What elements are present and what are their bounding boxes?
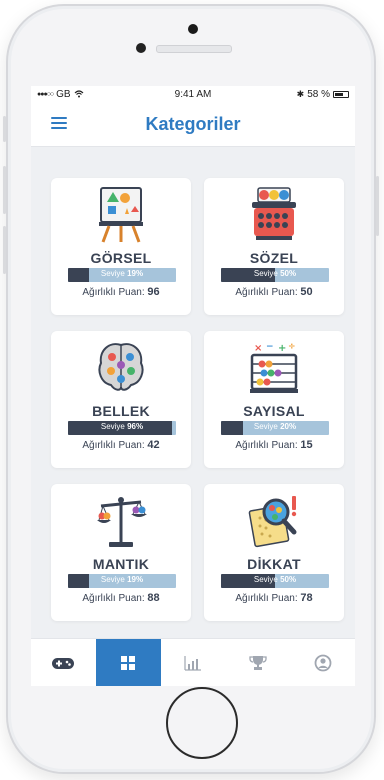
level-text: Seviye 19% — [100, 269, 144, 278]
weighted-score: Ağırlıklı Puan: 78 — [235, 592, 313, 604]
volume-down-button — [3, 226, 6, 274]
category-card-sayisal[interactable]: × − + ÷ SAYISAL Seviye 20% Ağırlıklı Pua… — [204, 331, 344, 468]
svg-text:−: − — [266, 342, 274, 352]
level-text: Seviye 96% — [100, 422, 144, 431]
magnifier-attention-icon — [248, 496, 297, 548]
battery-icon — [333, 90, 349, 98]
tab-profile[interactable] — [290, 639, 355, 686]
bluetooth-icon: ✱ — [296, 88, 305, 99]
level-text: Seviye 20% — [253, 422, 297, 431]
wifi-icon — [74, 90, 84, 98]
weighted-score: Ağırlıklı Puan: 50 — [235, 286, 313, 298]
category-card-mantik[interactable]: MANTIK Seviye 19% Ağırlıklı Puan: 88 — [51, 484, 191, 621]
category-name: MANTIK — [92, 556, 150, 572]
gamepad-icon — [52, 658, 75, 669]
category-name: GÖRSEL — [90, 250, 152, 266]
svg-text:+: + — [278, 343, 286, 354]
front-camera — [136, 43, 146, 53]
trophy-icon — [249, 656, 267, 670]
hamburger-menu-icon[interactable] — [51, 117, 67, 129]
tab-statistics[interactable] — [161, 639, 226, 686]
typewriter-icon — [252, 187, 296, 240]
tab-games[interactable] — [31, 639, 96, 686]
status-bar: ●●●○○ GB 9:41 AM ✱ 58 % — [31, 86, 355, 102]
category-name: DİKKAT — [247, 556, 301, 572]
level-text: Seviye 50% — [253, 269, 297, 278]
page-title: Kategoriler — [145, 113, 241, 134]
level-text: Seviye 19% — [100, 575, 144, 584]
svg-text:÷: ÷ — [288, 342, 296, 352]
level-bar: Seviye 19% — [68, 268, 176, 282]
tab-trophies[interactable] — [225, 639, 290, 686]
carrier-label: GB — [56, 88, 71, 100]
power-button — [376, 176, 379, 236]
category-name: SAYISAL — [243, 403, 305, 419]
easel-shapes-icon — [99, 187, 143, 243]
category-card-bellek[interactable]: BELLEK Seviye 96% Ağırlıklı Puan: 42 — [51, 331, 191, 468]
category-name: BELLEK — [92, 403, 150, 419]
category-name: SÖZEL — [249, 250, 299, 266]
level-bar: Seviye 19% — [68, 574, 176, 588]
bottom-tab-bar — [31, 638, 355, 686]
signal-dots-icon: ●●●○○ — [37, 90, 54, 98]
weighted-score: Ağırlıklı Puan: 88 — [82, 592, 160, 604]
brain-icon — [98, 343, 144, 391]
weighted-score: Ağırlıklı Puan: 42 — [82, 439, 160, 451]
level-bar: Seviye 96% — [68, 421, 176, 435]
scales-icon — [97, 497, 147, 547]
top-sensor — [188, 24, 198, 34]
battery-percent: 58 % — [307, 88, 330, 100]
user-icon — [314, 654, 331, 672]
tab-categories[interactable] — [95, 639, 161, 686]
category-card-gorsel[interactable]: GÖRSEL Seviye 19% Ağırlıklı Puan: 96 — [51, 178, 191, 315]
category-card-dikkat[interactable]: DİKKAT Seviye 50% Ağırlıklı Puan: 78 — [204, 484, 344, 621]
weighted-score: Ağırlıklı Puan: 15 — [235, 439, 313, 451]
svg-text:×: × — [254, 343, 262, 354]
home-button[interactable] — [166, 687, 238, 759]
category-card-sozel[interactable]: SÖZEL Seviye 50% Ağırlıklı Puan: 50 — [204, 178, 344, 315]
weighted-score: Ağırlıklı Puan: 96 — [82, 286, 160, 298]
level-bar: Seviye 50% — [221, 268, 329, 282]
abacus-icon: × − + ÷ — [250, 342, 298, 393]
app-screen: ●●●○○ GB 9:41 AM ✱ 58 % Kategoriler GÖRS… — [31, 86, 355, 686]
level-bar: Seviye 50% — [221, 574, 329, 588]
level-text: Seviye 50% — [253, 575, 297, 584]
bar-chart-icon — [184, 656, 201, 671]
volume-up-button — [3, 166, 6, 214]
app-header: Kategoriler — [31, 102, 355, 147]
level-bar: Seviye 20% — [221, 421, 329, 435]
earpiece-speaker — [156, 45, 232, 53]
grid-icon — [121, 656, 136, 670]
mute-switch — [3, 116, 6, 142]
